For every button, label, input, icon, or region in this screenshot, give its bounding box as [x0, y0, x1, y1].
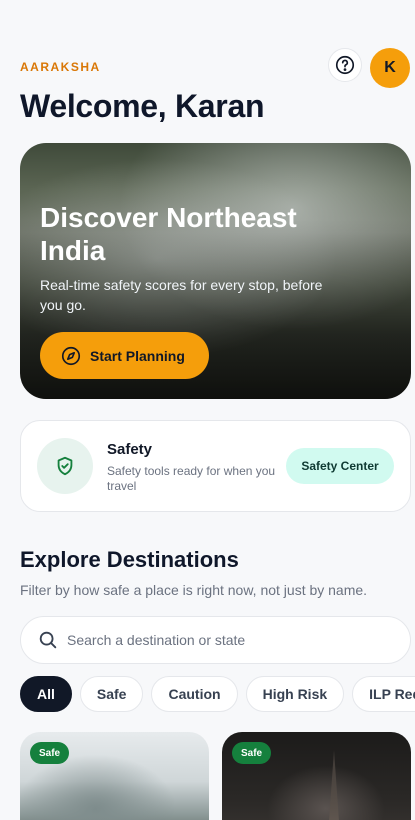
hero-title: Discover Northeast India [40, 202, 297, 266]
compass-icon [61, 346, 81, 365]
safety-card: Safety Safety tools ready for when you t… [20, 420, 411, 512]
safety-title: Safety [107, 441, 153, 458]
filter-chips: All Safe Caution High Risk ILP Req [20, 676, 415, 712]
filter-chip-safe[interactable]: Safe [79, 676, 144, 712]
safety-center-button[interactable]: Safety Center [286, 448, 394, 484]
search-bar[interactable] [20, 616, 411, 664]
start-planning-button[interactable]: Start Planning [40, 332, 209, 379]
shield-icon-wrap [37, 438, 93, 494]
status-badge: Safe [30, 742, 70, 764]
explore-title: Explore Destinations [20, 547, 239, 572]
filter-chip-caution[interactable]: Caution [151, 676, 238, 712]
filter-chip-all[interactable]: All [20, 676, 72, 712]
status-badge: Safe [232, 742, 272, 764]
page-title: Welcome, Karan [20, 88, 265, 124]
destination-card[interactable]: Safe [20, 732, 209, 820]
safety-description: Safety tools ready for when you travel [107, 464, 276, 493]
destination-image [327, 750, 341, 820]
hero-subtitle: Real-time safety scores for every stop, … [40, 277, 323, 313]
shield-check-icon [57, 456, 73, 476]
search-icon [39, 631, 57, 649]
destination-card[interactable]: Safe [222, 732, 411, 820]
filter-chip-high-risk[interactable]: High Risk [245, 676, 345, 712]
question-circle-icon [335, 55, 355, 75]
help-button[interactable] [328, 48, 362, 82]
explore-subtitle: Filter by how safe a place is right now,… [20, 582, 368, 598]
app-header: AARAKSHA K [20, 48, 410, 88]
filter-chip-ilp-req[interactable]: ILP Req [352, 676, 415, 712]
start-planning-label: Start Planning [90, 347, 185, 364]
avatar[interactable]: K [370, 48, 410, 88]
search-input[interactable] [67, 632, 387, 648]
hero-banner: Discover Northeast India Real-time safet… [20, 143, 411, 399]
